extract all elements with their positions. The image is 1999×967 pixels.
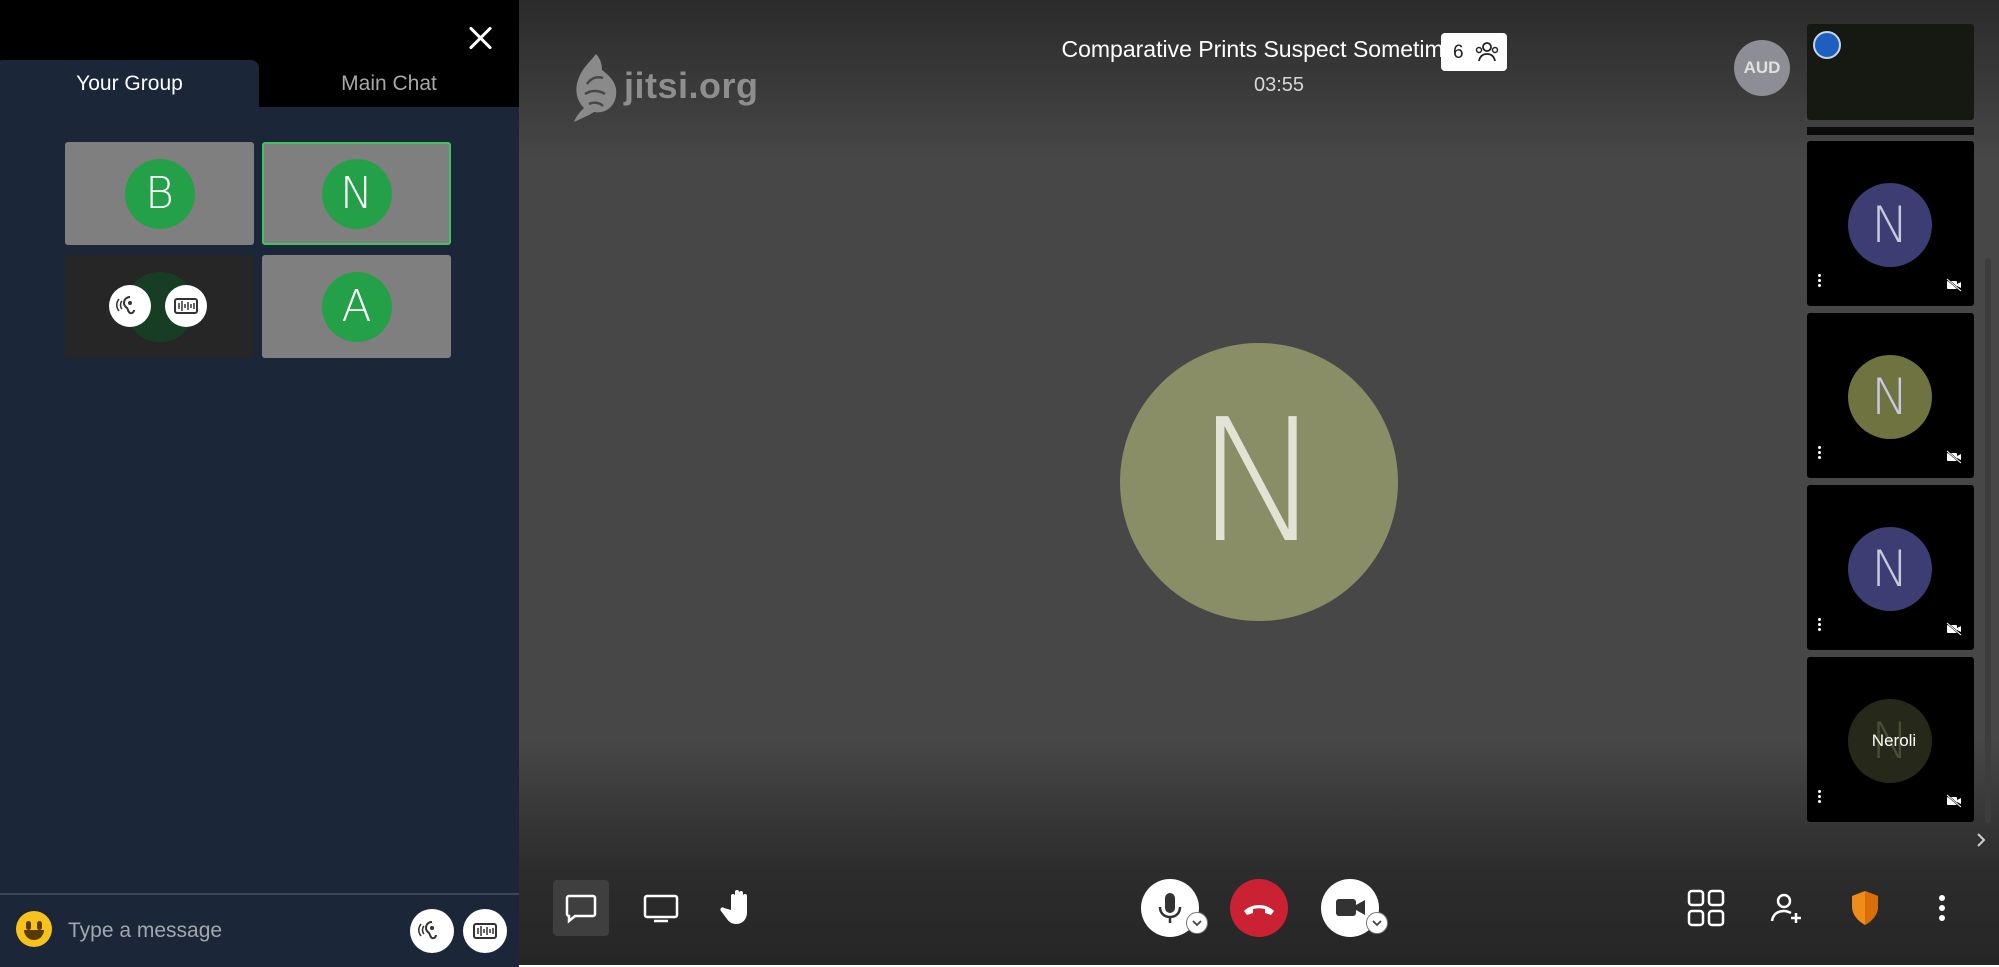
- camera-off-icon: [1946, 622, 1962, 636]
- more-icon: [1939, 895, 1945, 921]
- camera-off-icon: [1946, 278, 1962, 292]
- meeting-timer: 03:55: [1253, 74, 1305, 96]
- avatar: N: [1848, 355, 1932, 439]
- group-tile-n[interactable]: N: [262, 142, 451, 245]
- screenshare-button[interactable]: [636, 883, 686, 933]
- video-audio-icon[interactable]: [463, 909, 507, 953]
- chevron-right-icon[interactable]: [1971, 830, 1991, 850]
- chat-tabs: Your Group Main Chat: [0, 60, 519, 107]
- chat-toggle-button[interactable]: [553, 880, 609, 936]
- filmstrip-divider: [1807, 127, 1974, 135]
- chat-input-area: [0, 893, 519, 967]
- video-audio-icon: [165, 285, 207, 327]
- close-chat-icon[interactable]: [463, 20, 499, 56]
- logo-text: jitsi.org: [624, 65, 759, 106]
- jitsi-meet-app: Your Group Main Chat B N A Type a messag…: [0, 0, 1999, 967]
- message-input[interactable]: [66, 913, 400, 949]
- filmstrip-tile-neroli[interactable]: N Neroli: [1807, 657, 1974, 822]
- participant-name: Neroli: [1871, 731, 1917, 750]
- tab-main-chat[interactable]: Main Chat: [259, 60, 519, 107]
- invite-icon: [1770, 893, 1801, 923]
- hangup-icon: [1244, 905, 1274, 915]
- group-tile-self[interactable]: [65, 255, 254, 358]
- screenshare-icon: [643, 894, 679, 923]
- filmstrip-tile-local[interactable]: [1807, 24, 1974, 120]
- group-participants-grid: B N A: [65, 142, 455, 362]
- invite-button[interactable]: [1764, 885, 1810, 931]
- camera-off-icon: [1946, 794, 1962, 808]
- chat-panel: Your Group Main Chat B N A Type a messag…: [0, 0, 519, 967]
- jitsi-logo[interactable]: jitsi.org: [569, 50, 789, 130]
- filmstrip-tile[interactable]: N: [1807, 485, 1974, 650]
- security-button[interactable]: [1842, 885, 1888, 931]
- raise-hand-icon: [720, 890, 747, 924]
- emoji-picker-icon[interactable]: [16, 911, 52, 947]
- avatar: N: [1848, 527, 1932, 611]
- chevron-down-icon: [1192, 920, 1202, 927]
- conference-stage: jitsi.org Comparative Prints Suspect Som…: [519, 0, 1999, 965]
- tab-your-group[interactable]: Your Group: [0, 60, 259, 107]
- hearing-icon: [109, 285, 151, 327]
- hangup-button[interactable]: [1230, 879, 1288, 937]
- hearing-icon[interactable]: [410, 909, 454, 953]
- video-settings-arrow[interactable]: [1366, 912, 1388, 934]
- camera-off-icon: [1946, 450, 1962, 464]
- filmstrip-tile[interactable]: N: [1807, 141, 1974, 306]
- tile-menu-icon[interactable]: [1818, 618, 1822, 632]
- avatar: N: [1848, 183, 1932, 267]
- tile-menu-icon[interactable]: [1818, 446, 1822, 460]
- avatar: B: [124, 158, 195, 229]
- dominant-speaker-avatar: N: [1120, 343, 1398, 621]
- tile-menu-icon[interactable]: [1818, 274, 1822, 288]
- participant-count: 6: [1453, 42, 1464, 63]
- participants-icon: [1475, 42, 1499, 62]
- local-user-avatar[interactable]: AUD: [1734, 40, 1790, 96]
- jitsi-logo-icon: [574, 54, 617, 122]
- meeting-title: Comparative Prints Suspect Sometime: [1061, 36, 1457, 62]
- avatar: N: [321, 158, 392, 229]
- more-actions-button[interactable]: [1919, 885, 1965, 931]
- participants-count-badge[interactable]: 6: [1441, 33, 1507, 71]
- security-shield-icon: [1852, 891, 1878, 925]
- filmstrip-scrollbar[interactable]: [1985, 258, 1991, 823]
- chevron-down-icon: [1372, 920, 1382, 927]
- speaker-indicator-icon: [1813, 31, 1841, 59]
- filmstrip: N N N N Neroli: [1807, 22, 1977, 832]
- chat-panel-header: [0, 0, 519, 60]
- filmstrip-tile[interactable]: N: [1807, 313, 1974, 478]
- raise-hand-button[interactable]: [713, 880, 767, 934]
- chat-icon: [565, 894, 597, 924]
- avatar: A: [321, 271, 392, 342]
- audio-settings-arrow[interactable]: [1186, 912, 1208, 934]
- group-tile-b[interactable]: B: [65, 142, 254, 245]
- tile-menu-icon[interactable]: [1818, 790, 1822, 804]
- group-tile-a[interactable]: A: [262, 255, 451, 358]
- tile-view-button[interactable]: [1683, 885, 1729, 931]
- tile-view-icon: [1687, 889, 1725, 927]
